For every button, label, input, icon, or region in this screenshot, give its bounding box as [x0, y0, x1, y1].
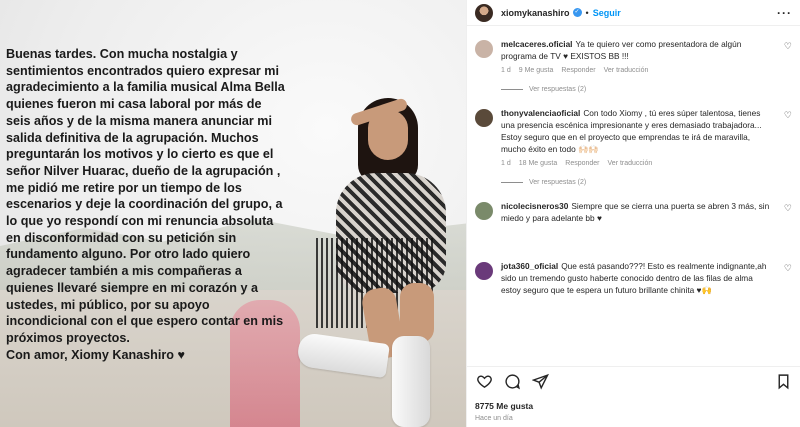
comment-body: nicolecisneros30 Siempre que se cierra un…: [501, 200, 774, 224]
comment-time: 1 d: [501, 160, 511, 167]
comment-avatar[interactable]: [475, 40, 493, 58]
comment-avatar[interactable]: [475, 262, 493, 280]
reply-button[interactable]: Responder: [565, 160, 599, 167]
comment-username[interactable]: nicolecisneros30: [501, 201, 568, 211]
comment-username[interactable]: jota360_oficial: [501, 261, 558, 271]
post-actions-bar: [467, 366, 800, 396]
comment-likes[interactable]: 18 Me gusta: [519, 160, 558, 167]
post-side-panel: xiomykanashiro ✓ • Seguir ··· melcaceres…: [466, 0, 800, 427]
author-avatar[interactable]: [475, 3, 493, 22]
figure-boot: [392, 336, 430, 427]
post-caption-text: Buenas tardes. Con mucha nostalgia y sen…: [6, 47, 285, 362]
comment-heart-icon[interactable]: ♡: [784, 263, 792, 274]
comment-body: melcaceres.oficial Ya te quiero ver como …: [501, 38, 774, 62]
comment-heart-icon[interactable]: ♡: [784, 110, 792, 121]
verified-icon: ✓: [572, 8, 582, 17]
view-replies-button[interactable]: Ver respuestas (2): [501, 179, 800, 186]
view-replies-label: Ver respuestas (2): [529, 86, 587, 93]
comment-body: jota360_oficial Que está pasando???! Esto…: [501, 260, 774, 296]
view-replies-button[interactable]: Ver respuestas (2): [501, 86, 800, 93]
comment-meta: 1 d 9 Me gusta Responder Ver traducción: [501, 67, 774, 74]
comment-item: thonyvalenciaoficial Con todo Xiomy , tú …: [467, 107, 800, 167]
likes-count[interactable]: 8775 Me gusta: [475, 401, 533, 411]
photo-woman-figure: [296, 88, 466, 427]
comment-body: thonyvalenciaoficial Con todo Xiomy , tú …: [501, 107, 774, 155]
post-time[interactable]: Hace un día: [475, 415, 513, 422]
translate-button[interactable]: Ver traducción: [604, 67, 649, 74]
comment-time: 1 d: [501, 67, 511, 74]
post-image[interactable]: Buenas tardes. Con mucha nostalgia y sen…: [0, 0, 466, 427]
replies-line: [501, 89, 523, 90]
comment-item: melcaceres.oficial Ya te quiero ver como …: [467, 38, 800, 74]
comment-icon[interactable]: [503, 373, 521, 391]
reply-button[interactable]: Responder: [561, 67, 595, 74]
bookmark-icon[interactable]: [774, 373, 792, 391]
heart-icon[interactable]: [475, 373, 493, 391]
post-header: xiomykanashiro ✓ • Seguir ···: [467, 0, 800, 26]
comment-avatar[interactable]: [475, 202, 493, 220]
replies-line: [501, 182, 523, 183]
translate-button[interactable]: Ver traducción: [608, 160, 653, 167]
comment-meta: 1 d 18 Me gusta Responder Ver traducción: [501, 160, 774, 167]
view-replies-label: Ver respuestas (2): [529, 179, 587, 186]
instagram-post-view: Buenas tardes. Con mucha nostalgia y sen…: [0, 0, 800, 427]
comment-likes[interactable]: 9 Me gusta: [519, 67, 554, 74]
comment-heart-icon[interactable]: ♡: [784, 203, 792, 214]
header-separator: •: [585, 7, 589, 18]
more-icon[interactable]: ···: [777, 6, 792, 20]
comments-list[interactable]: melcaceres.oficial Ya te quiero ver como …: [467, 38, 800, 362]
comment-heart-icon[interactable]: ♡: [784, 41, 792, 52]
follow-button[interactable]: Seguir: [593, 8, 621, 18]
author-username[interactable]: xiomykanashiro: [501, 8, 570, 18]
comment-username[interactable]: thonyvalenciaoficial: [501, 108, 580, 118]
comment-avatar[interactable]: [475, 109, 493, 127]
comment-username[interactable]: melcaceres.oficial: [501, 39, 573, 49]
comment-item: nicolecisneros30 Siempre que se cierra un…: [467, 200, 800, 224]
figure-leg: [400, 283, 434, 343]
share-icon[interactable]: [531, 373, 549, 391]
comment-item: jota360_oficial Que está pasando???! Esto…: [467, 260, 800, 296]
